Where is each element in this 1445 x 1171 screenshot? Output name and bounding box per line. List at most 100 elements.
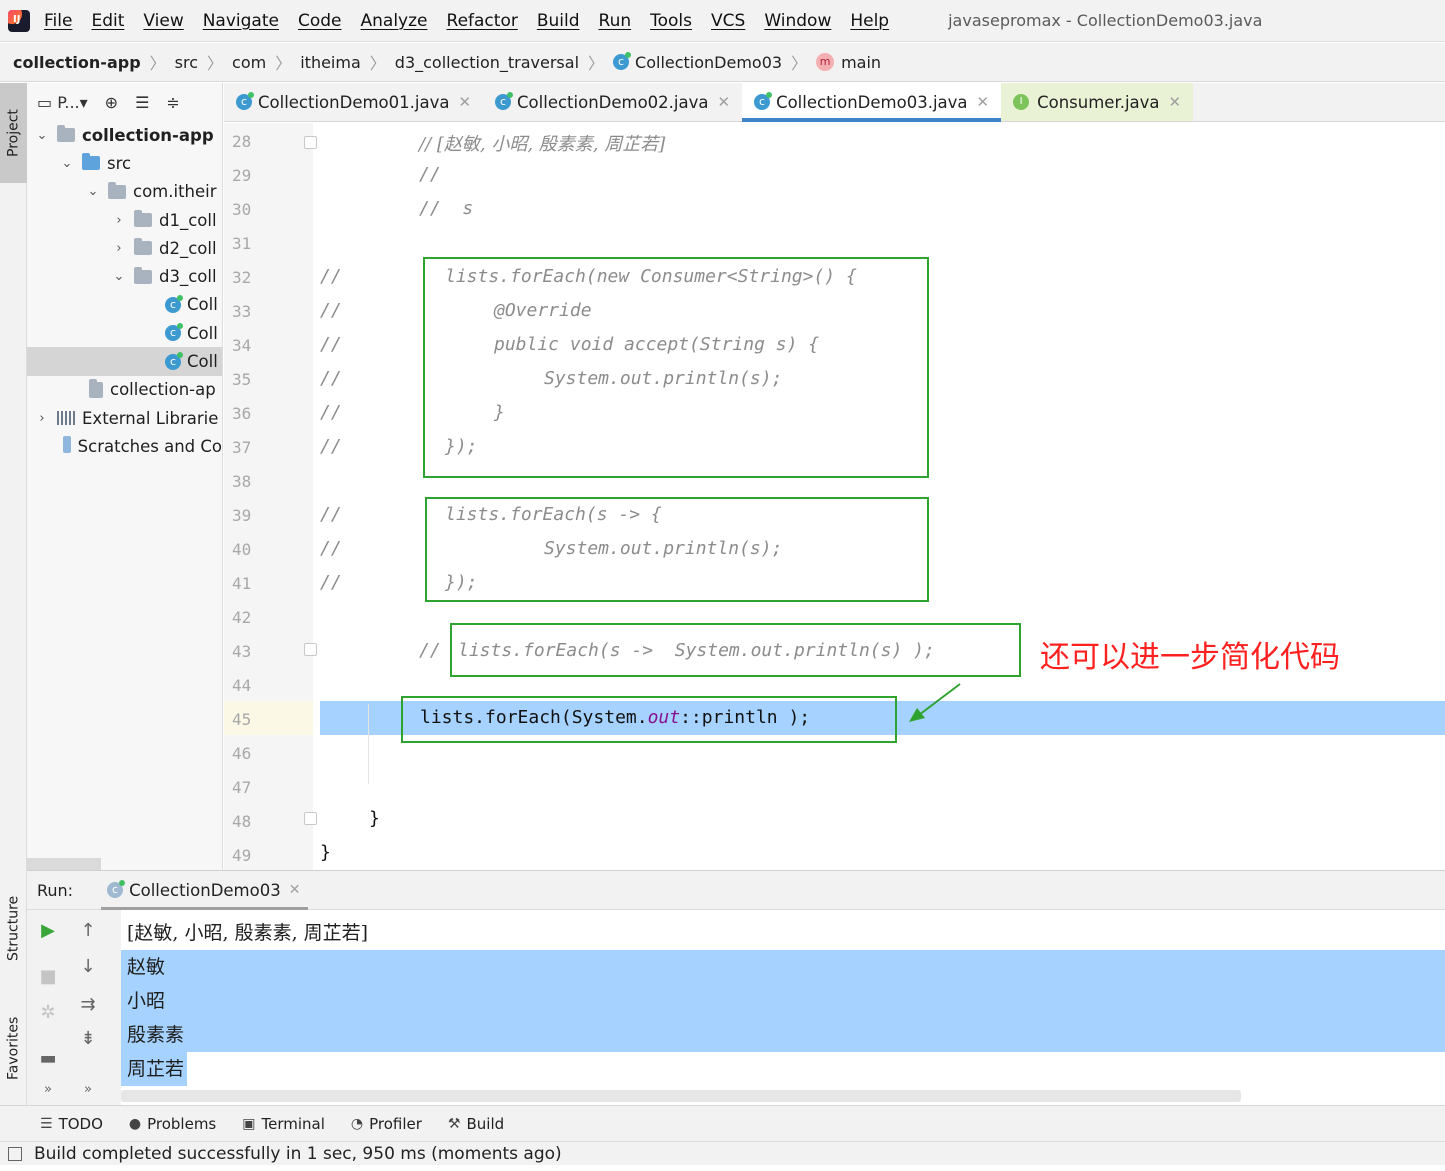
- chevron-right-icon[interactable]: ›: [112, 213, 126, 228]
- left-tool-stripe: Project Structure Favorites: [0, 83, 27, 1105]
- console-horizontal-scrollbar[interactable]: [121, 1090, 1241, 1102]
- line-number: 43: [232, 642, 252, 661]
- tab-consumer[interactable]: I Consumer.java ✕: [1001, 83, 1194, 121]
- menu-view[interactable]: View: [143, 11, 183, 31]
- fold-marker[interactable]: [304, 136, 317, 149]
- project-scrollbar[interactable]: [27, 858, 101, 870]
- menu-code[interactable]: Code: [298, 11, 342, 31]
- info-icon: ●: [128, 1115, 142, 1132]
- chevron-right-icon[interactable]: ›: [112, 241, 126, 256]
- tree-item-d2[interactable]: › d2_coll: [27, 234, 222, 262]
- rerun-icon[interactable]: ▶: [33, 920, 63, 941]
- class-icon: c: [495, 92, 514, 110]
- tree-item-iml[interactable]: collection-ap: [27, 376, 222, 404]
- more-icon[interactable]: »: [73, 1082, 103, 1097]
- status-bar: Build completed successfully in 1 sec, 9…: [0, 1141, 1445, 1165]
- menu-edit[interactable]: Edit: [91, 11, 124, 31]
- line-number: 33: [232, 302, 252, 321]
- tool-label: TODO: [58, 1114, 103, 1133]
- menu-help[interactable]: Help: [850, 11, 889, 31]
- line-number: 48: [232, 812, 252, 831]
- fold-marker[interactable]: [304, 643, 317, 656]
- breadcrumb-separator: 〉: [791, 54, 808, 73]
- tree-item-external-libraries[interactable]: › External Librarie: [27, 404, 222, 432]
- collapse-all-icon[interactable]: ≑: [166, 93, 179, 112]
- run-console[interactable]: [赵敏, 小昭, 殷素素, 周芷若] 赵敏 小昭 殷素素 周芷若: [121, 910, 1445, 1105]
- tree-item-d1[interactable]: › d1_coll: [27, 206, 222, 234]
- breadcrumb: collection-app 〉 src 〉 com 〉 itheima 〉 d…: [0, 43, 1445, 82]
- menu-file[interactable]: File: [44, 11, 72, 31]
- breadcrumb-src[interactable]: src: [175, 53, 198, 72]
- terminal-tool-button[interactable]: ▣ Terminal: [242, 1115, 325, 1133]
- breadcrumb-separator: 〉: [588, 54, 605, 73]
- problems-tool-button[interactable]: ● Problems: [129, 1115, 216, 1133]
- tree-item-class-2[interactable]: c Coll: [27, 319, 222, 347]
- project-tool-tab[interactable]: Project: [0, 83, 27, 183]
- scroll-to-end-icon[interactable]: ⇟: [73, 1028, 103, 1049]
- tree-item-class-1[interactable]: c Coll: [27, 291, 222, 319]
- menu-refactor[interactable]: Refactor: [447, 11, 518, 31]
- chevron-down-icon[interactable]: ⌄: [112, 269, 126, 284]
- project-view-selector[interactable]: ▭ P...▾: [37, 93, 88, 112]
- tree-item-src[interactable]: ⌄ src: [27, 149, 222, 177]
- close-icon[interactable]: ✕: [289, 882, 301, 898]
- breadcrumb-com[interactable]: com: [232, 53, 266, 72]
- close-icon[interactable]: ✕: [717, 93, 730, 111]
- chevron-right-icon[interactable]: ›: [35, 411, 49, 426]
- structure-tool-tab[interactable]: Structure: [0, 878, 27, 978]
- tree-item-class-3[interactable]: c Coll: [27, 347, 222, 376]
- tree-item-label: Coll: [187, 323, 218, 343]
- breadcrumb-separator: 〉: [149, 54, 166, 73]
- tree-item-package[interactable]: ⌄ com.itheir: [27, 178, 222, 206]
- menu-tools[interactable]: Tools: [650, 11, 692, 31]
- chevron-down-icon[interactable]: ⌄: [35, 128, 49, 143]
- source-folder-icon: [82, 153, 100, 171]
- profiler-tool-button[interactable]: ◔ Profiler: [351, 1115, 422, 1133]
- build-tool-button[interactable]: ⚒ Build: [448, 1115, 504, 1133]
- more-icon[interactable]: »: [33, 1082, 63, 1097]
- breadcrumb-itheima[interactable]: itheima: [300, 53, 361, 72]
- line-number: 29: [232, 166, 252, 185]
- tree-item-d3[interactable]: ⌄ d3_coll: [27, 262, 222, 290]
- locate-icon[interactable]: ⊕: [105, 93, 118, 112]
- chevron-down-icon[interactable]: ⌄: [86, 184, 100, 199]
- chevron-down-icon[interactable]: ⌄: [60, 156, 74, 171]
- breadcrumb-project[interactable]: collection-app: [13, 53, 141, 72]
- tab-collectiondemo01[interactable]: c CollectionDemo01.java ✕: [224, 83, 483, 121]
- run-tab-collectiondemo03[interactable]: c CollectionDemo03 ✕: [101, 870, 309, 910]
- expand-all-icon[interactable]: ☰: [135, 93, 149, 112]
- close-icon[interactable]: ✕: [977, 93, 990, 111]
- tree-item-label: d1_coll: [159, 210, 217, 230]
- breadcrumb-package[interactable]: d3_collection_traversal: [395, 53, 579, 72]
- settings-icon[interactable]: ✲: [33, 1002, 63, 1023]
- profiler-icon: ◔: [350, 1115, 364, 1132]
- line-number: 30: [232, 200, 252, 219]
- breadcrumb-method[interactable]: m main: [816, 53, 881, 72]
- menu-navigate[interactable]: Navigate: [203, 11, 279, 31]
- arrow-up-icon[interactable]: ↑: [73, 920, 103, 941]
- soft-wrap-icon[interactable]: ⇉: [73, 994, 103, 1015]
- breadcrumb-class[interactable]: c CollectionDemo03: [613, 52, 782, 72]
- close-icon[interactable]: ✕: [458, 93, 471, 111]
- menu-build[interactable]: Build: [537, 11, 580, 31]
- line-number: 41: [232, 574, 252, 593]
- menu-vcs[interactable]: VCS: [711, 11, 745, 31]
- tree-item-scratches[interactable]: Scratches and Co: [27, 432, 222, 460]
- status-checkbox-icon[interactable]: [8, 1146, 22, 1161]
- tab-collectiondemo03[interactable]: c CollectionDemo03.java ✕: [742, 83, 1002, 122]
- arrow-down-icon[interactable]: ↓: [73, 956, 103, 977]
- line-number: 45: [232, 710, 252, 729]
- favorites-tool-tab[interactable]: Favorites: [0, 998, 27, 1098]
- tree-item-collection-app[interactable]: ⌄ collection-app: [27, 121, 222, 149]
- menu-analyze[interactable]: Analyze: [361, 11, 428, 31]
- terminal-icon: ▣: [242, 1115, 256, 1132]
- layout-icon[interactable]: ▬: [33, 1048, 63, 1069]
- todo-tool-button[interactable]: ☰ TODO: [40, 1115, 103, 1133]
- stop-icon[interactable]: ■: [33, 966, 63, 987]
- close-icon[interactable]: ✕: [1169, 93, 1182, 111]
- tab-collectiondemo02[interactable]: c CollectionDemo02.java ✕: [483, 83, 742, 121]
- menu-run[interactable]: Run: [599, 11, 632, 31]
- fold-marker[interactable]: [304, 812, 317, 825]
- menu-window[interactable]: Window: [764, 11, 831, 31]
- intellij-logo-icon: [8, 9, 30, 32]
